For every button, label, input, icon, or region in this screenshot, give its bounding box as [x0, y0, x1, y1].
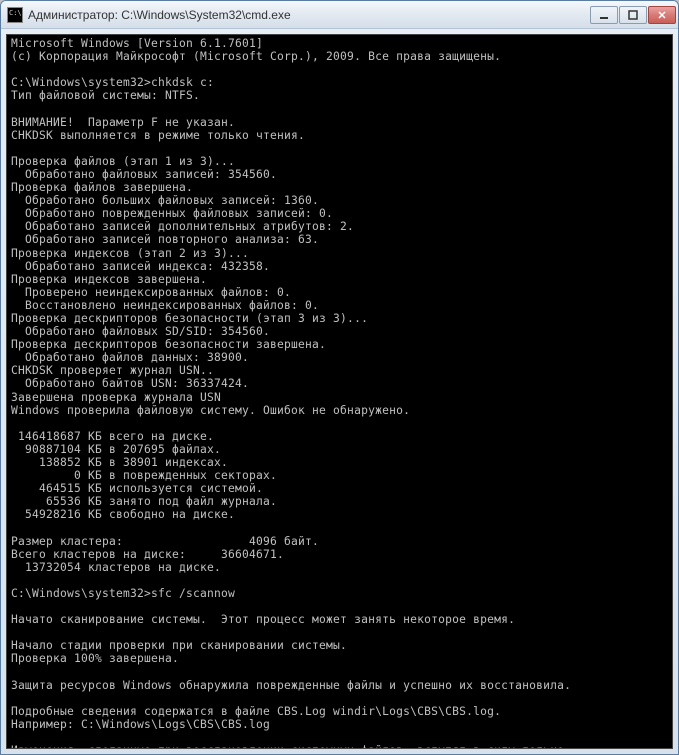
- minimize-icon: [599, 11, 609, 19]
- window-title: Администратор: C:\Windows\System32\cmd.e…: [28, 8, 590, 22]
- maximize-button[interactable]: [619, 6, 647, 24]
- console-output: Microsoft Windows [Version 6.1.7601] (c)…: [11, 37, 668, 749]
- close-button[interactable]: [648, 6, 676, 24]
- cmd-window: Администратор: C:\Windows\System32\cmd.e…: [0, 0, 679, 755]
- console-area[interactable]: Microsoft Windows [Version 6.1.7601] (c)…: [6, 34, 673, 749]
- close-icon: [657, 10, 667, 20]
- maximize-icon: [628, 10, 638, 20]
- titlebar[interactable]: Администратор: C:\Windows\System32\cmd.e…: [1, 1, 678, 29]
- window-controls: [590, 6, 676, 24]
- cmd-icon: [7, 7, 23, 23]
- minimize-button[interactable]: [590, 6, 618, 24]
